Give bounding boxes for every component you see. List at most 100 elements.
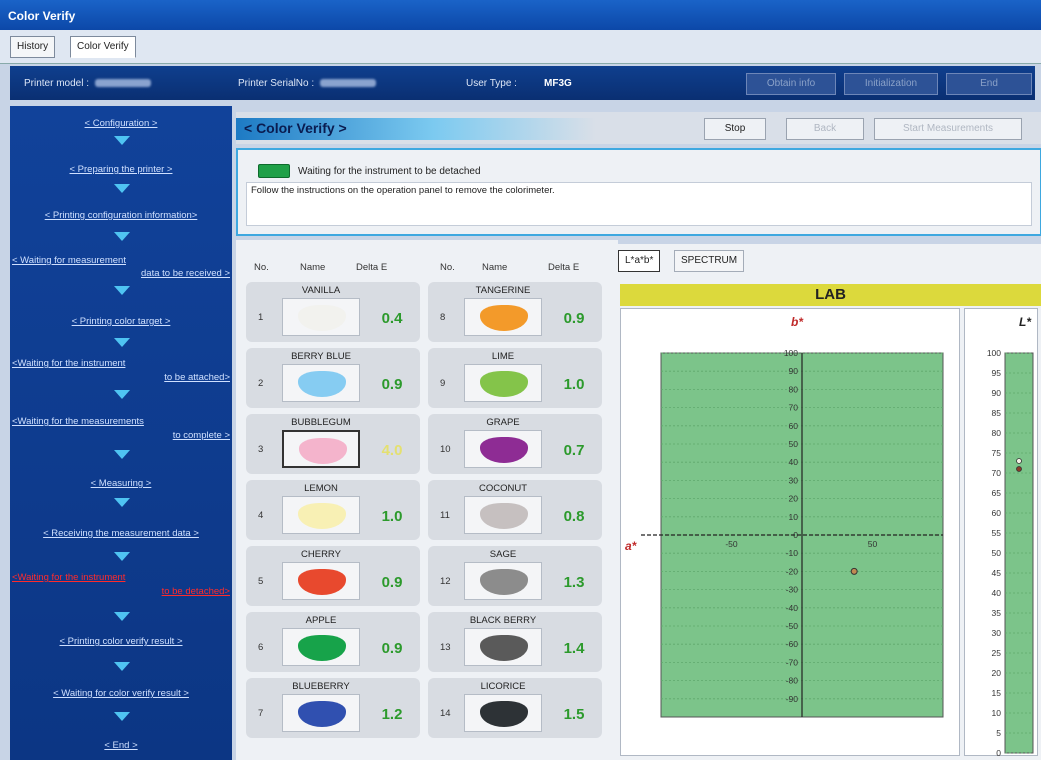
color-name: CHERRY xyxy=(301,549,341,560)
l-tick-label: 90 xyxy=(992,388,1002,398)
step-printing-result[interactable]: < Printing color verify result > xyxy=(10,636,232,647)
obtain-info-button[interactable]: Obtain info xyxy=(746,73,836,95)
color-swatch-button[interactable] xyxy=(464,562,542,600)
color-swatch-button[interactable] xyxy=(464,694,542,732)
stop-button[interactable]: Stop xyxy=(704,118,766,140)
color-name: VANILLA xyxy=(301,285,341,296)
color-name: SAGE xyxy=(489,549,517,560)
col-header-name: Name xyxy=(482,262,508,273)
y-tick-label: 70 xyxy=(789,403,799,413)
step-waiting-measurement-data[interactable]: < Waiting for measurement xyxy=(10,255,232,266)
color-swatch xyxy=(298,569,346,595)
y-tick-label: 60 xyxy=(789,421,799,431)
color-swatch-button[interactable] xyxy=(282,694,360,732)
l-tick-label: 10 xyxy=(992,708,1002,718)
initialization-button[interactable]: Initialization xyxy=(844,73,938,95)
back-button[interactable]: Back xyxy=(786,118,864,140)
l-tick-label: 35 xyxy=(992,608,1002,618)
l-tick-label: 95 xyxy=(992,368,1002,378)
status-indicator xyxy=(258,164,290,178)
color-number: 5 xyxy=(258,576,264,587)
color-swatch-button[interactable] xyxy=(282,298,360,336)
color-name: LIME xyxy=(491,351,515,362)
step-end[interactable]: < End > xyxy=(10,740,232,751)
y-tick-label: -90 xyxy=(786,694,799,704)
step-waiting-detach[interactable]: <Waiting for the instrument xyxy=(10,572,232,583)
step-waiting-measurements[interactable]: <Waiting for the measurements xyxy=(10,416,232,427)
step-waiting-result[interactable]: < Waiting for color verify result > xyxy=(10,688,232,699)
x-tick-label: 50 xyxy=(868,539,878,549)
color-number: 10 xyxy=(440,444,451,455)
color-verify-header: < Color Verify > Stop Back Start Measure… xyxy=(236,112,1041,144)
l-tick-label: 20 xyxy=(992,668,1002,678)
delta-e-value: 1.4 xyxy=(563,640,585,657)
start-measurements-button[interactable]: Start Measurements xyxy=(874,118,1022,140)
color-swatch-button[interactable] xyxy=(282,430,360,468)
l-data-point xyxy=(1016,466,1022,472)
color-row: 12 SAGE 1.3 xyxy=(428,546,602,606)
color-row: 5 CHERRY 0.9 xyxy=(246,546,420,606)
printer-info-bar: Printer model : Printer SerialNo : User … xyxy=(10,66,1035,100)
step-preparing-printer[interactable]: < Preparing the printer > xyxy=(10,164,232,175)
step-waiting-measurement-data-line2[interactable]: data to be received > xyxy=(10,268,232,279)
delta-e-value: 0.9 xyxy=(381,376,403,393)
delta-e-value: 1.5 xyxy=(563,706,585,723)
color-row: 9 LIME 1.0 xyxy=(428,348,602,408)
color-number: 6 xyxy=(258,642,264,653)
down-arrow-icon xyxy=(114,498,130,507)
color-swatch-button[interactable] xyxy=(464,496,542,534)
end-button[interactable]: End xyxy=(946,73,1032,95)
color-row: 10 GRAPE 0.7 xyxy=(428,414,602,474)
color-swatch-button[interactable] xyxy=(282,628,360,666)
l-data-point xyxy=(1016,458,1022,464)
tab-lab[interactable]: L*a*b* xyxy=(618,250,661,272)
step-waiting-measurements-line2[interactable]: to complete > xyxy=(10,430,232,441)
step-waiting-attach[interactable]: <Waiting for the instrument xyxy=(10,358,232,369)
printer-serial-label: Printer SerialNo : xyxy=(238,78,377,89)
color-swatch-button[interactable] xyxy=(464,628,542,666)
color-swatch-button[interactable] xyxy=(464,364,542,402)
step-configuration[interactable]: < Configuration > xyxy=(10,118,232,129)
delta-e-value: 1.3 xyxy=(563,574,585,591)
color-name: BLACK BERRY xyxy=(469,615,537,626)
color-name: LEMON xyxy=(304,483,338,494)
delta-e-value: 1.0 xyxy=(381,508,403,525)
color-number: 12 xyxy=(440,576,451,587)
l-tick-label: 75 xyxy=(992,448,1002,458)
down-arrow-icon xyxy=(114,450,130,459)
color-name: COCONUT xyxy=(478,483,528,494)
tab-color-verify[interactable]: Color Verify xyxy=(70,36,136,58)
l-tick-label: 85 xyxy=(992,408,1002,418)
y-tick-label: -80 xyxy=(786,676,799,686)
step-waiting-attach-line2[interactable]: to be attached> xyxy=(10,372,232,383)
l-tick-label: 25 xyxy=(992,648,1002,658)
color-swatch-button[interactable] xyxy=(282,364,360,402)
step-receiving-data[interactable]: < Receiving the measurement data > xyxy=(10,528,232,539)
y-tick-label: -70 xyxy=(786,657,799,667)
tab-history[interactable]: History xyxy=(10,36,56,58)
delta-e-value: 0.9 xyxy=(563,310,585,327)
y-tick-label: 10 xyxy=(789,512,799,522)
tab-spectrum[interactable]: SPECTRUM xyxy=(674,250,745,272)
step-measuring[interactable]: < Measuring > xyxy=(10,478,232,489)
delta-e-value: 0.8 xyxy=(563,508,585,525)
color-swatch xyxy=(480,701,528,727)
redacted-serial xyxy=(320,79,377,88)
step-printing-color-target[interactable]: < Printing color target > xyxy=(10,316,232,327)
down-arrow-icon xyxy=(114,136,130,145)
step-printing-config[interactable]: < Printing configuration information> xyxy=(10,210,232,221)
l-tick-label: 5 xyxy=(996,728,1001,738)
color-swatch-button[interactable] xyxy=(464,430,542,468)
redacted-model xyxy=(95,79,152,88)
col-header-no: No. xyxy=(254,262,269,273)
step-waiting-detach-line2[interactable]: to be detached> xyxy=(10,586,232,597)
color-swatch xyxy=(299,438,347,464)
color-swatch-button[interactable] xyxy=(282,496,360,534)
color-number: 4 xyxy=(258,510,264,521)
l-tick-label: 0 xyxy=(996,748,1001,757)
lab-data-point xyxy=(850,567,858,575)
color-number: 8 xyxy=(440,312,446,323)
color-swatch-button[interactable] xyxy=(464,298,542,336)
y-tick-label: -40 xyxy=(786,603,799,613)
color-swatch-button[interactable] xyxy=(282,562,360,600)
